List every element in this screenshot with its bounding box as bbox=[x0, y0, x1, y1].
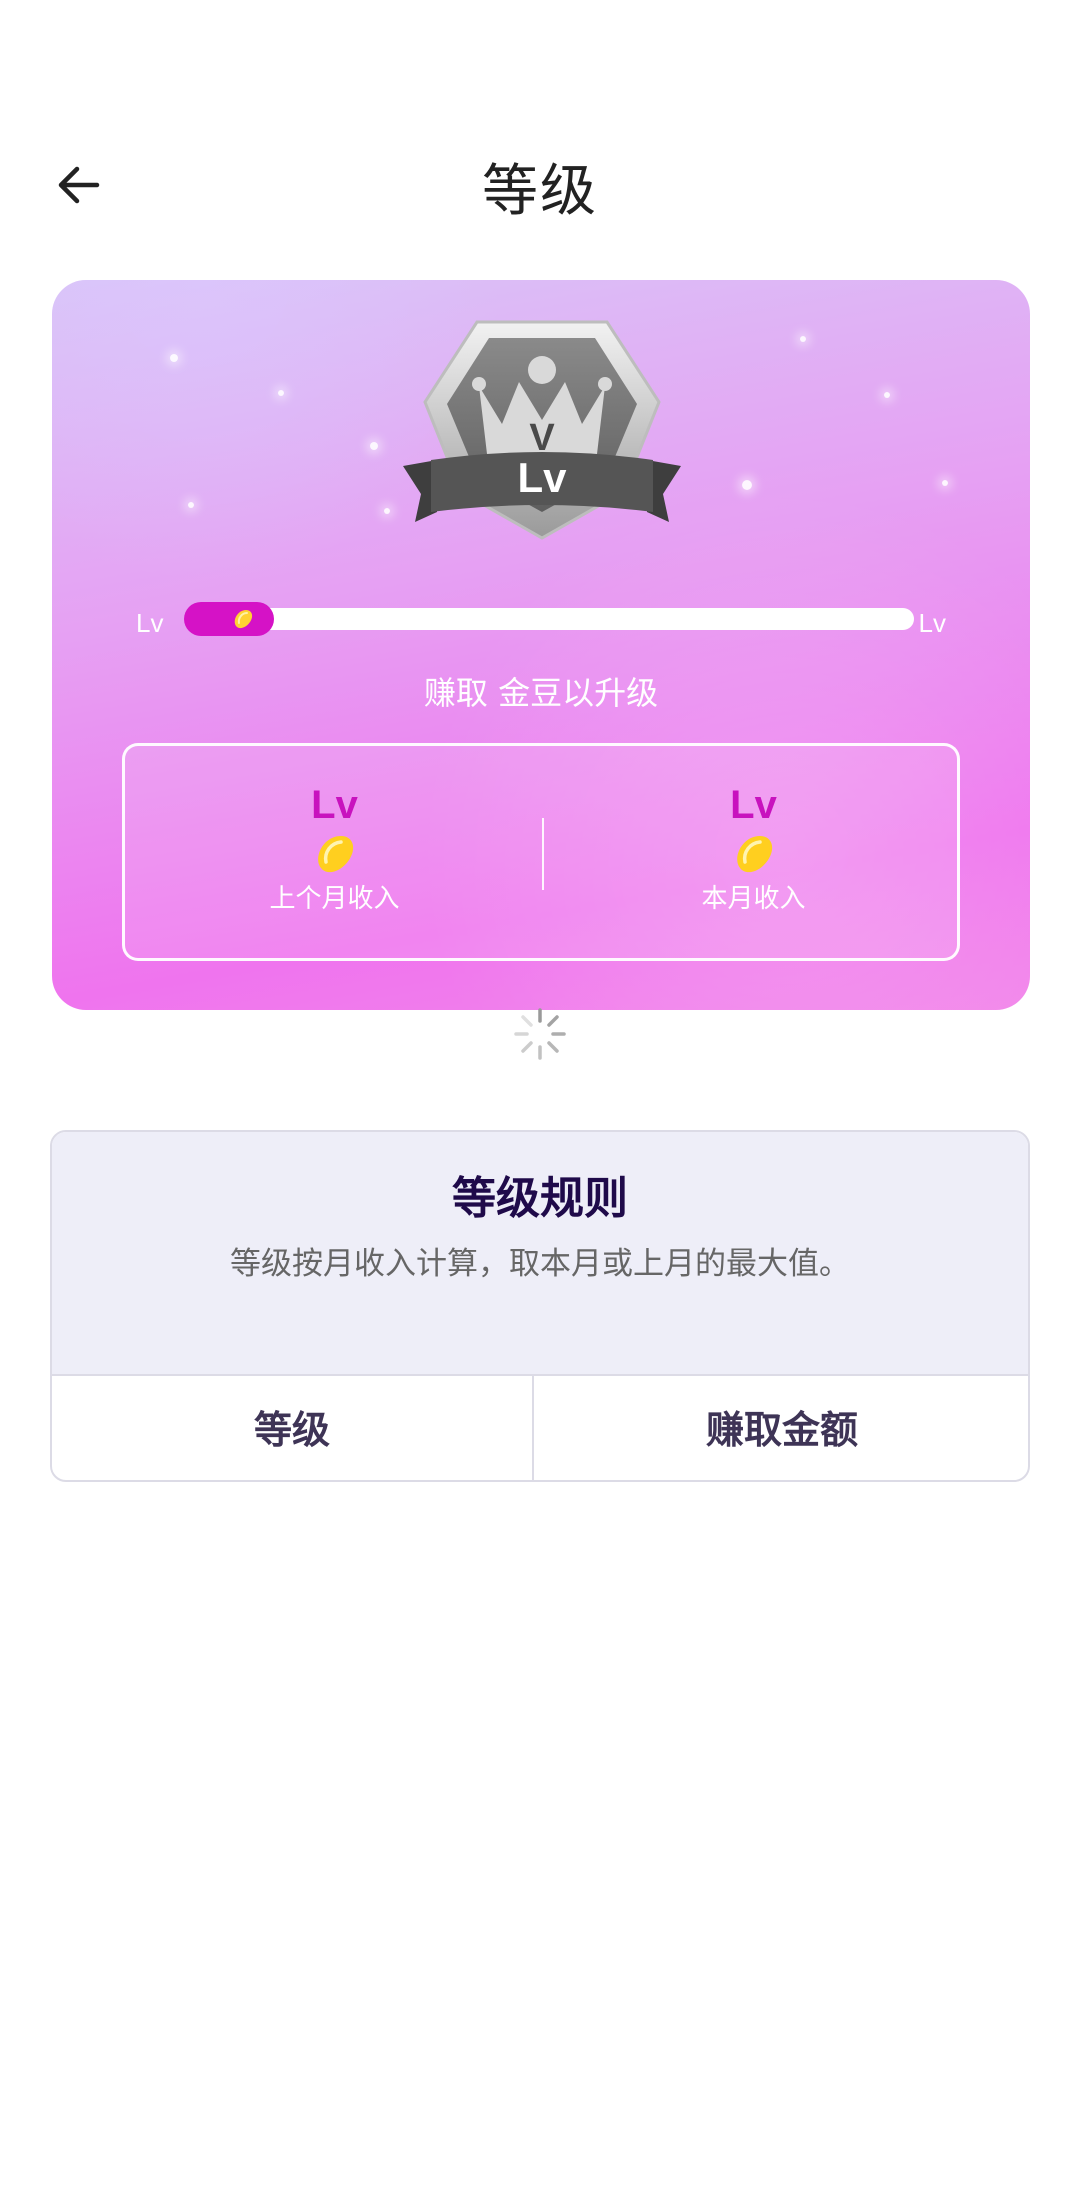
progress-fill bbox=[184, 602, 275, 636]
sparkle bbox=[370, 442, 378, 450]
last-month-income: Lv 上个月收入 bbox=[125, 782, 544, 915]
this-month-level: Lv bbox=[730, 783, 777, 827]
column-header-level: 等级 bbox=[253, 1408, 330, 1452]
level-progress: Lv Lv bbox=[136, 602, 946, 642]
page-title: 等级 bbox=[482, 159, 598, 224]
income-stats: Lv 上个月收入 Lv 本月收入 bbox=[122, 743, 960, 961]
sparkle bbox=[384, 508, 390, 514]
earn-to-upgrade-text: 赚取 金豆以升级 bbox=[423, 674, 659, 712]
sparkle bbox=[170, 354, 178, 362]
sparkle bbox=[800, 336, 806, 342]
last-month-label: 上个月收入 bbox=[269, 884, 400, 914]
rules-title: 等级规则 bbox=[452, 1173, 628, 1224]
progress-track bbox=[184, 602, 914, 636]
sparkle bbox=[742, 480, 752, 490]
badge-level-label: Lv bbox=[517, 454, 567, 501]
sparkle bbox=[188, 502, 194, 508]
crown-shield-badge-icon: V bbox=[403, 320, 681, 540]
rules-header: 等级规则 等级按月收入计算，取本月或上月的最大值。 bbox=[52, 1132, 1028, 1374]
gold-bean-icon bbox=[234, 610, 253, 629]
next-level-label: Lv bbox=[918, 608, 946, 638]
level-badge: V Lv bbox=[397, 316, 687, 546]
this-month-label: 本月收入 bbox=[701, 884, 806, 914]
sparkle bbox=[884, 392, 890, 398]
column-header-earn-amount: 赚取金额 bbox=[705, 1408, 858, 1452]
rules-description: 等级按月收入计算，取本月或上月的最大值。 bbox=[230, 1246, 850, 1282]
sparkle bbox=[942, 480, 948, 486]
sparkle bbox=[278, 390, 284, 396]
this-month-income: Lv 本月收入 bbox=[544, 782, 963, 915]
header-bar: 等级 bbox=[0, 120, 1080, 260]
level-rules-card: 等级规则 等级按月收入计算，取本月或上月的最大值。 等级 赚取金额 bbox=[50, 1130, 1030, 1482]
gold-bean-icon bbox=[736, 836, 772, 873]
loading-spinner-icon bbox=[514, 1008, 566, 1060]
level-card: V Lv Lv Lv 赚取 金豆以升级 Lv 上个月收入 Lv 本月收入 bbox=[52, 280, 1030, 1010]
rules-table: 等级 赚取金额 bbox=[52, 1374, 1028, 1480]
last-month-level: Lv bbox=[311, 783, 358, 827]
gold-bean-icon bbox=[317, 836, 353, 873]
current-level-label: Lv bbox=[136, 608, 164, 638]
